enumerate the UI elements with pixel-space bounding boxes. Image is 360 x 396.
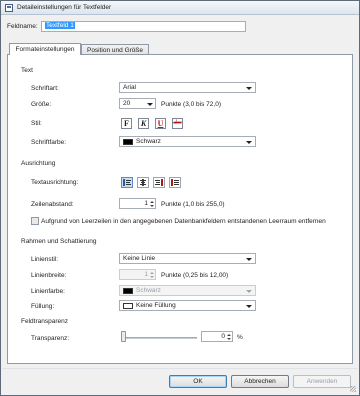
style-label: Stil: (31, 120, 42, 127)
window-title: Detaileinstellungen für Textfelder (17, 4, 112, 11)
footer-divider (2, 368, 358, 369)
chevron-down-icon (147, 102, 153, 106)
line-spacing-value: 1 (144, 200, 148, 207)
remove-space-label: Aufgrund von Leerzeilen in den angegeben… (41, 218, 326, 225)
size-label: Größe: (31, 101, 52, 108)
title-bar: Detaileinstellungen für Textfelder (1, 1, 359, 15)
chevron-down-icon (246, 140, 252, 144)
section-transparency-heading: Feldtransparenz (21, 318, 68, 325)
spin-down-icon[interactable] (227, 338, 231, 340)
align-justify-button[interactable] (169, 177, 181, 188)
underline-button[interactable]: U (155, 118, 166, 129)
size-select[interactable]: 20 (119, 98, 156, 109)
fieldname-input[interactable]: Textfeld 1 (41, 21, 246, 32)
font-color-value: Schwarz (136, 138, 161, 145)
ok-button[interactable]: OK (169, 375, 227, 388)
font-value: Arial (123, 84, 137, 91)
fill-swatch (123, 303, 133, 309)
line-style-select[interactable]: Keine Linie (119, 253, 256, 264)
fill-value: Keine Füllung (136, 302, 176, 309)
transparency-value: 0 (221, 333, 225, 340)
line-color-value: Schwarz (136, 287, 161, 294)
line-spacing-hint: Punkte (1,0 bis 255,0) (161, 201, 225, 208)
transparency-label: Transparenz: (31, 335, 70, 342)
fill-label: Füllung: (31, 303, 55, 310)
text-align-label: Textausrichtung: (31, 179, 79, 186)
line-width-value: 1 (144, 271, 148, 278)
chevron-down-icon (246, 257, 252, 261)
line-style-value: Keine Linie (123, 255, 156, 262)
strikethrough-button[interactable]: abc (172, 118, 183, 129)
transparency-slider-thumb[interactable] (121, 331, 126, 342)
apply-button[interactable]: Anwenden (293, 375, 351, 388)
spin-up-icon[interactable] (150, 272, 154, 274)
align-center-button[interactable] (137, 177, 149, 188)
italic-button[interactable]: K (138, 118, 149, 129)
font-color-select[interactable]: Schwarz (119, 136, 256, 147)
dialog-window: Detaileinstellungen für Textfelder Feldn… (0, 0, 360, 396)
size-value: 20 (123, 100, 131, 107)
line-style-label: Linienstil: (31, 256, 59, 263)
font-color-label: Schriftfarbe: (31, 139, 67, 146)
tab-format-settings[interactable]: Formateinstellungen (9, 43, 81, 55)
section-alignment-heading: Ausrichtung (21, 160, 56, 167)
transparency-slider-track[interactable] (121, 337, 197, 339)
chevron-down-icon (246, 86, 252, 90)
size-hint: Punkte (3,0 bis 72,0) (161, 101, 221, 108)
font-label: Schriftart: (31, 85, 59, 92)
section-border-heading: Rahmen und Schattierung (21, 238, 97, 245)
remove-space-checkbox[interactable] (31, 217, 39, 225)
spin-up-icon[interactable] (150, 201, 154, 203)
align-left-button[interactable] (121, 177, 133, 188)
transparency-unit: % (237, 334, 243, 341)
spin-up-icon[interactable] (227, 334, 231, 336)
line-color-select[interactable]: Schwarz (119, 285, 256, 296)
fieldname-label: Feldname: (7, 23, 38, 30)
spin-down-icon[interactable] (150, 205, 154, 207)
line-spacing-spinner[interactable]: 1 (119, 198, 156, 209)
fill-select[interactable]: Keine Füllung (119, 300, 256, 311)
line-color-swatch (123, 288, 133, 294)
transparency-spinner[interactable]: 0 (201, 331, 233, 342)
resize-grip-icon[interactable] (350, 386, 356, 392)
line-width-spinner[interactable]: 1 (119, 269, 156, 280)
chevron-down-icon (246, 304, 252, 308)
spin-down-icon[interactable] (150, 276, 154, 278)
line-width-hint: Punkte (0,25 bis 12,00) (161, 272, 229, 279)
bold-button[interactable]: F (121, 118, 132, 129)
align-right-button[interactable] (153, 177, 165, 188)
font-color-swatch (123, 139, 133, 145)
fieldname-value: Textfeld 1 (45, 22, 75, 29)
cancel-button[interactable]: Abbrechen (231, 375, 289, 388)
app-icon (5, 4, 13, 12)
line-spacing-label: Zeilenabstand: (31, 201, 74, 208)
line-color-label: Linienfarbe: (31, 288, 65, 295)
font-select[interactable]: Arial (119, 82, 256, 93)
chevron-down-icon (246, 289, 252, 293)
line-width-label: Linienbreite: (31, 272, 67, 279)
section-text-heading: Text (21, 67, 33, 74)
